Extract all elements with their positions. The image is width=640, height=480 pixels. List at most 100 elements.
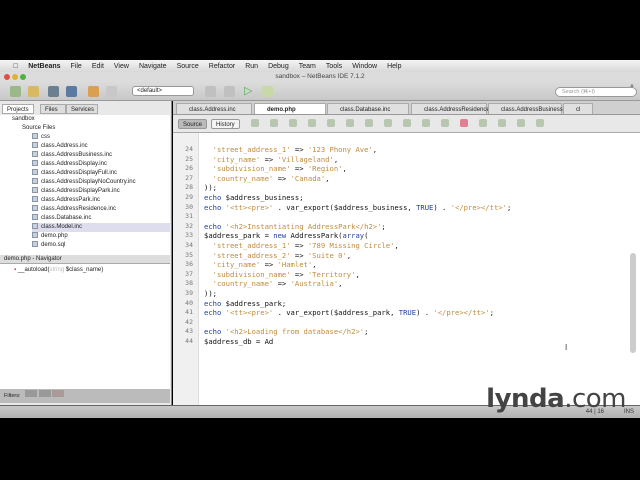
save-all-icon[interactable] bbox=[66, 86, 77, 97]
tree-item[interactable]: class.AddressPark.inc bbox=[32, 196, 100, 205]
code-line[interactable]: 'street_address_1' => '789 Missing Circl… bbox=[204, 241, 399, 251]
menu-window[interactable]: Window bbox=[347, 63, 382, 70]
find-prev-icon[interactable] bbox=[289, 119, 297, 127]
comment-icon[interactable] bbox=[498, 119, 506, 127]
search-input[interactable]: Search (⌘+I) bbox=[555, 87, 637, 97]
menu-team[interactable]: Team bbox=[294, 63, 321, 70]
forward-icon[interactable] bbox=[270, 119, 278, 127]
toggle-highlight-icon[interactable] bbox=[327, 119, 335, 127]
editor-tab[interactable]: demo.php bbox=[254, 103, 326, 114]
menu-edit[interactable]: Edit bbox=[87, 63, 109, 70]
debug-icon[interactable] bbox=[262, 86, 273, 97]
open-project-icon[interactable] bbox=[48, 86, 59, 97]
code-line[interactable]: echo '<h2>Instantiating AddressPark</h2>… bbox=[204, 222, 386, 232]
editor-tab[interactable]: class.AddressResidence.inc bbox=[411, 103, 499, 114]
code-line[interactable]: $address_park = new AddressPark(array( bbox=[204, 231, 368, 241]
code-line[interactable]: $address_db = Ad bbox=[204, 337, 273, 347]
tree-item[interactable]: class.AddressDisplayNoCountry.inc bbox=[32, 178, 136, 187]
tree-item[interactable]: class.AddressResidence.inc bbox=[32, 205, 116, 214]
tab-projects[interactable]: Projects bbox=[2, 104, 34, 114]
tree-item[interactable]: class.Model.inc bbox=[32, 223, 170, 232]
minimize-window-button[interactable] bbox=[12, 74, 18, 80]
find-next-icon[interactable] bbox=[308, 119, 316, 127]
next-bookmark-icon[interactable] bbox=[384, 119, 392, 127]
toggle-bookmark-icon[interactable] bbox=[403, 119, 411, 127]
code-token: '<h2>Loading from database</h2>' bbox=[225, 327, 365, 337]
back-icon[interactable] bbox=[251, 119, 259, 127]
toggle-rect-select-icon[interactable] bbox=[346, 119, 354, 127]
apple-menu-icon[interactable]:  bbox=[8, 63, 23, 70]
menu-refactor[interactable]: Refactor bbox=[204, 63, 240, 70]
code-line[interactable]: 'country_name' => 'Canada', bbox=[204, 174, 330, 184]
tree-item[interactable]: demo.sql bbox=[32, 241, 65, 250]
tree-item[interactable]: demo.php bbox=[32, 232, 68, 241]
tree-item[interactable]: class.AddressBusiness.inc bbox=[32, 151, 112, 160]
menu-help[interactable]: Help bbox=[382, 63, 406, 70]
code-line[interactable]: echo $address_park; bbox=[204, 299, 286, 309]
stop-macro-icon[interactable] bbox=[479, 119, 487, 127]
code-line[interactable]: 'country_name' => 'Australia', bbox=[204, 279, 343, 289]
uncomment-icon[interactable] bbox=[517, 119, 525, 127]
run-icon[interactable]: ▷ bbox=[244, 86, 255, 97]
navigator-item[interactable]: ▪ __autoload(string $class_name) bbox=[0, 264, 170, 273]
new-file-icon[interactable] bbox=[28, 86, 39, 97]
vertical-scrollbar[interactable] bbox=[630, 253, 636, 353]
menu-navigate[interactable]: Navigate bbox=[134, 63, 172, 70]
clean-build-icon[interactable] bbox=[224, 86, 235, 97]
code-line[interactable]: )); bbox=[204, 183, 217, 193]
editor-tab[interactable]: cl bbox=[563, 103, 593, 114]
code-line[interactable]: echo '<h2>Loading from database</h2>'; bbox=[204, 327, 368, 337]
code-line[interactable]: echo '<tt><pre>' . var_export($address_p… bbox=[204, 308, 494, 318]
code-line[interactable]: 'street_address_2' => 'Suite 0', bbox=[204, 251, 351, 261]
start-macro-icon[interactable] bbox=[460, 119, 468, 127]
menu-view[interactable]: View bbox=[109, 63, 134, 70]
prev-bookmark-icon[interactable] bbox=[365, 119, 373, 127]
code-editor[interactable]: 24 25 26 27 28 29 30 31 32 33 34 35 36 37 38 39 40 41 42 43… bbox=[173, 133, 640, 405]
tree-project-sandbox[interactable]: sandbox bbox=[12, 115, 35, 124]
close-window-button[interactable] bbox=[4, 74, 10, 80]
tree-source-files[interactable]: Source Files bbox=[22, 124, 55, 133]
menu-file[interactable]: File bbox=[66, 63, 87, 70]
code-token: => bbox=[290, 145, 308, 154]
editor-tab[interactable]: class.Database.inc bbox=[327, 103, 409, 114]
history-button[interactable]: History bbox=[211, 119, 240, 129]
code-line[interactable]: 'city_name' => 'Villageland', bbox=[204, 155, 339, 165]
tab-services[interactable]: Services bbox=[66, 104, 98, 114]
code-line[interactable]: echo $address_business; bbox=[204, 193, 304, 203]
code-line[interactable]: 'street_address_1' => '123 Phony Ave', bbox=[204, 145, 377, 155]
filter-nonpublic-button[interactable] bbox=[52, 390, 65, 397]
zoom-window-button[interactable] bbox=[20, 74, 26, 80]
undo-icon[interactable] bbox=[88, 86, 99, 97]
tree-item[interactable]: class.AddressDisplayPark.inc bbox=[32, 187, 120, 196]
shift-left-icon[interactable] bbox=[422, 119, 430, 127]
source-button[interactable]: Source bbox=[178, 119, 208, 129]
menu-debug[interactable]: Debug bbox=[263, 63, 294, 70]
redo-icon[interactable] bbox=[106, 86, 117, 97]
code-line[interactable]: )); bbox=[204, 289, 217, 299]
filter-static-button[interactable] bbox=[38, 390, 51, 397]
editor-tab[interactable]: class.Address.inc bbox=[176, 103, 252, 114]
build-icon[interactable] bbox=[205, 86, 216, 97]
menu-tools[interactable]: Tools bbox=[321, 63, 347, 70]
db-icon[interactable] bbox=[536, 119, 544, 127]
menu-netbeans[interactable]: NetBeans bbox=[23, 63, 65, 70]
tree-item[interactable]: class.AddressDisplayFull.inc bbox=[32, 169, 117, 178]
code-line[interactable]: echo '<tt><pre>' . var_export($address_b… bbox=[204, 203, 511, 213]
code-line[interactable]: 'city_name' => 'Hamlet', bbox=[204, 260, 317, 270]
tree-item[interactable]: class.AddressDisplay.inc bbox=[32, 160, 107, 169]
configuration-select[interactable]: <default> bbox=[132, 86, 194, 96]
shift-right-icon[interactable] bbox=[441, 119, 449, 127]
menu-source[interactable]: Source bbox=[172, 63, 204, 70]
menu-run[interactable]: Run bbox=[240, 63, 263, 70]
filter-fields-button[interactable] bbox=[25, 390, 38, 397]
code-token: '</pre></tt>' bbox=[450, 202, 507, 212]
code-line[interactable]: 'subdivision_name' => 'Region', bbox=[204, 164, 347, 174]
code-line[interactable]: 'subdivision_name' => 'Territory', bbox=[204, 270, 360, 280]
code-token: => bbox=[273, 279, 291, 289]
tree-item[interactable]: class.Database.inc bbox=[32, 214, 91, 223]
tree-item[interactable]: class.Address.inc bbox=[32, 142, 88, 151]
new-project-icon[interactable] bbox=[10, 86, 21, 97]
tab-files[interactable]: Files bbox=[40, 104, 66, 114]
editor-tab[interactable]: class.AddressBusiness.inc bbox=[488, 103, 572, 114]
tree-item[interactable]: css bbox=[32, 133, 50, 142]
